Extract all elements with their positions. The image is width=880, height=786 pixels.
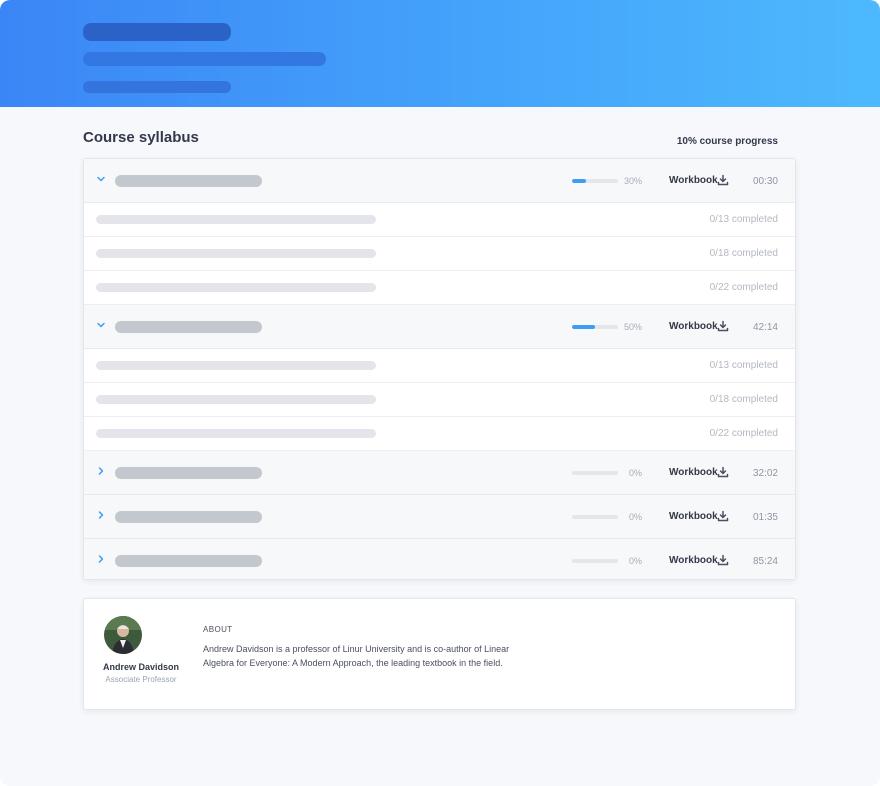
module-progress-bar: [572, 325, 618, 329]
section-title: Course syllabus: [83, 129, 199, 146]
download-icon[interactable]: [717, 320, 729, 332]
page: Course syllabus 10% course progress 30% W…: [0, 0, 880, 786]
workbook-link[interactable]: Workbook: [669, 467, 718, 478]
module-title-placeholder: [115, 175, 262, 187]
lesson-row[interactable]: 0/22 completed: [84, 271, 795, 305]
lesson-row[interactable]: 0/22 completed: [84, 417, 795, 451]
chevron-right-icon[interactable]: [95, 509, 107, 521]
lesson-completion-status: 0/22 completed: [709, 282, 778, 293]
download-icon[interactable]: [717, 174, 729, 186]
about-heading: ABOUT: [203, 625, 233, 634]
lesson-completion-status: 0/18 completed: [709, 394, 778, 405]
lesson-completion-status: 0/13 completed: [709, 360, 778, 371]
module-title-placeholder: [115, 511, 262, 523]
module-row[interactable]: 0% Workbook 01:35: [84, 495, 795, 539]
workbook-link[interactable]: Workbook: [669, 555, 718, 566]
module-row[interactable]: 30% Workbook 00:30: [84, 159, 795, 203]
workbook-link[interactable]: Workbook: [669, 321, 718, 332]
module-duration: 01:35: [752, 512, 778, 523]
module-progress-fill: [572, 179, 586, 183]
course-header-banner: [0, 0, 880, 107]
course-subtitle-placeholder: [83, 52, 326, 66]
module-title-placeholder: [115, 467, 262, 479]
module-progress-percent: 50%: [623, 322, 642, 332]
download-icon[interactable]: [717, 466, 729, 478]
module-duration: 85:24: [752, 556, 778, 567]
module-duration: 00:30: [752, 176, 778, 187]
course-title-placeholder: [83, 23, 231, 41]
module-progress-bar: [572, 515, 618, 519]
lesson-row[interactable]: 0/18 completed: [84, 383, 795, 417]
workbook-link[interactable]: Workbook: [669, 175, 718, 186]
module-title-placeholder: [115, 555, 262, 567]
author-name: Andrew Davidson: [102, 662, 179, 672]
module-progress-percent: 30%: [623, 176, 642, 186]
module-progress-percent: 0%: [628, 468, 642, 478]
lesson-title-placeholder: [96, 249, 376, 258]
lesson-completion-status: 0/13 completed: [709, 214, 778, 225]
author-avatar[interactable]: [104, 616, 142, 654]
module-progress-bar: [572, 559, 618, 563]
about-text: Andrew Davidson is a professor of Linur …: [203, 644, 510, 668]
module-row[interactable]: 0% Workbook 85:24: [84, 539, 795, 579]
course-meta-placeholder: [83, 81, 231, 93]
chevron-right-icon[interactable]: [95, 465, 107, 477]
author-role: Associate Professor: [105, 675, 177, 684]
workbook-link[interactable]: Workbook: [669, 511, 718, 522]
lesson-title-placeholder: [96, 215, 376, 224]
download-icon[interactable]: [717, 510, 729, 522]
lesson-title-placeholder: [96, 395, 376, 404]
module-row[interactable]: 0% Workbook 32:02: [84, 451, 795, 495]
lesson-row[interactable]: 0/13 completed: [84, 203, 795, 237]
chevron-right-icon[interactable]: [95, 553, 107, 565]
lesson-title-placeholder: [96, 283, 376, 292]
course-progress-label: 10% course progress: [676, 136, 778, 147]
module-row[interactable]: 50% Workbook 42:14: [84, 305, 795, 349]
module-duration: 32:02: [752, 468, 778, 479]
module-title-placeholder: [115, 321, 262, 333]
download-icon[interactable]: [717, 554, 729, 566]
lesson-completion-status: 0/18 completed: [709, 248, 778, 259]
module-duration: 42:14: [752, 322, 778, 333]
lesson-title-placeholder: [96, 361, 376, 370]
chevron-down-icon[interactable]: [95, 319, 107, 331]
lesson-row[interactable]: 0/18 completed: [84, 237, 795, 271]
syllabus-list: 30% Workbook 00:30 0/13 completed 0/18 compl…: [83, 158, 796, 580]
chevron-down-icon[interactable]: [95, 173, 107, 185]
module-progress-bar: [572, 471, 618, 475]
module-progress-percent: 0%: [628, 512, 642, 522]
lesson-row[interactable]: 0/13 completed: [84, 349, 795, 383]
about-card: Andrew Davidson Associate Professor ABOU…: [83, 598, 796, 710]
module-progress-fill: [572, 325, 595, 329]
module-progress-percent: 0%: [628, 556, 642, 566]
lesson-title-placeholder: [96, 429, 376, 438]
module-progress-bar: [572, 179, 618, 183]
lesson-completion-status: 0/22 completed: [709, 428, 778, 439]
